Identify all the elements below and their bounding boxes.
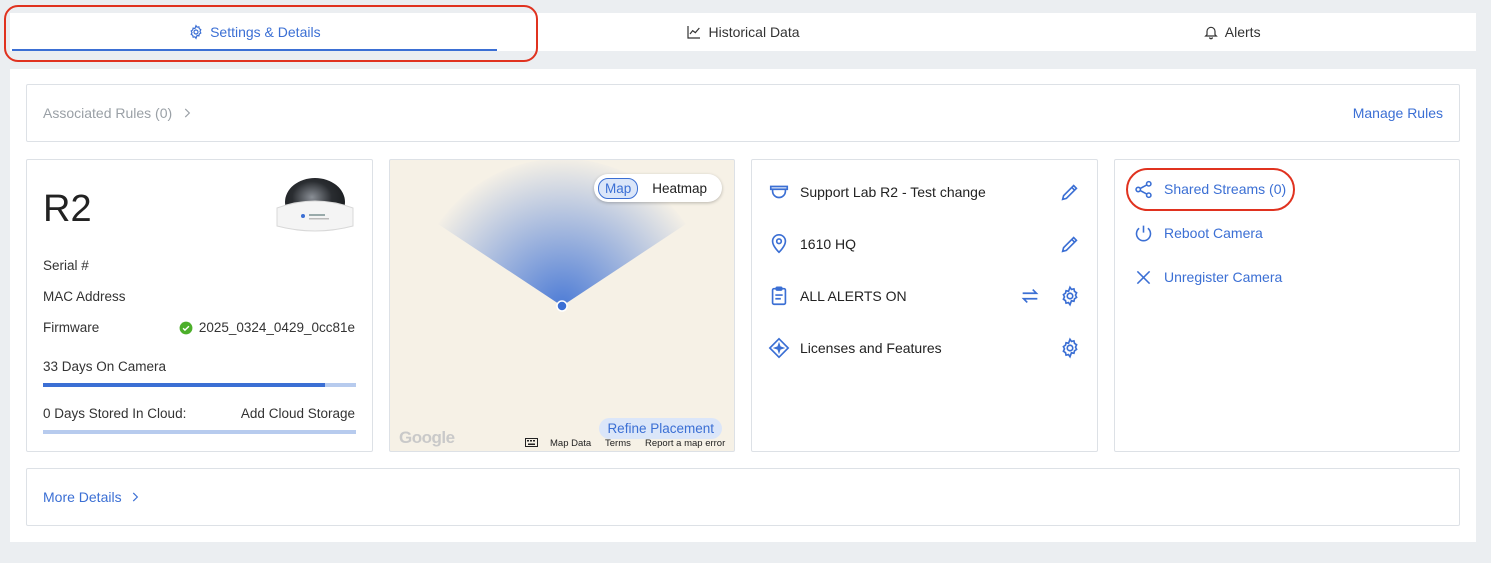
firmware-value-group: 2025_0324_0429_0cc81e [179, 320, 355, 335]
more-details-row[interactable]: More Details [26, 468, 1460, 526]
serial-label: Serial # [43, 258, 89, 273]
dome-camera-image [276, 178, 354, 232]
associated-rules-label: Associated Rules (0) [43, 105, 173, 121]
google-logo: Google [399, 428, 455, 447]
highlight-ring-shared-streams [1126, 168, 1295, 211]
firmware-label: Firmware [43, 320, 100, 335]
firmware-value: 2025_0324_0429_0cc81e [198, 320, 355, 335]
pencil-edit-icon[interactable] [1059, 233, 1081, 255]
chevron-right-icon [185, 108, 191, 118]
unregister-camera-button[interactable]: Unregister Camera [1133, 264, 1282, 290]
gear-icon[interactable] [1059, 337, 1081, 359]
days-on-camera-bar-fill [43, 383, 325, 387]
highlight-ring-tab [4, 5, 538, 62]
clipboard-icon [771, 286, 787, 306]
licenses-row: Licenses and Features [768, 333, 1081, 363]
field-of-view-cone [438, 160, 686, 312]
licenses-label: Licenses and Features [800, 340, 942, 356]
terms-link[interactable]: Terms [605, 438, 631, 449]
camera-card: R2 Serial # MAC Address Firmware 2025_03… [26, 159, 373, 452]
tab-alerts[interactable]: Alerts [987, 13, 1476, 51]
days-on-camera: 33 Days On Camera [43, 359, 167, 374]
swap-arrows-icon[interactable] [1019, 285, 1041, 307]
refine-placement-button[interactable]: Refine Placement [599, 418, 722, 439]
days-cloud-label: 0 Days Stored In Cloud: [43, 406, 187, 421]
more-details-label: More Details [43, 489, 122, 505]
gear-icon[interactable] [1059, 285, 1081, 307]
unregister-camera-label: Unregister Camera [1164, 269, 1283, 285]
bell-icon [1203, 26, 1218, 40]
add-cloud-storage-link[interactable]: Add Cloud Storage [241, 406, 355, 421]
license-diamond-icon [768, 337, 790, 359]
keyboard-icon[interactable] [525, 438, 538, 447]
tab-alerts-label: Alerts [1224, 24, 1261, 40]
check-circle-icon [179, 321, 193, 334]
associated-rules-row: Associated Rules (0) Manage Rules [26, 84, 1460, 142]
manage-rules-link[interactable]: Manage Rules [1353, 105, 1443, 121]
toggle-heatmap[interactable]: Heatmap [646, 179, 713, 198]
close-icon [1136, 270, 1151, 284]
days-cloud-bar [43, 430, 356, 434]
map-heatmap-toggle: Map Heatmap [594, 174, 722, 202]
power-icon [1135, 225, 1152, 241]
tab-historical-data[interactable]: Historical Data [499, 13, 988, 51]
reboot-camera-label: Reboot Camera [1164, 225, 1263, 241]
chart-line-icon [687, 26, 701, 39]
camera-dome-icon [769, 185, 789, 199]
reboot-camera-button[interactable]: Reboot Camera [1133, 220, 1263, 246]
chevron-right-icon [132, 492, 138, 502]
alerts-value: ALL ALERTS ON [800, 288, 907, 304]
map-data-link[interactable]: Map Data [550, 438, 591, 449]
days-on-camera-bar [43, 383, 356, 387]
toggle-map[interactable]: Map [598, 177, 639, 199]
camera-info-card: Support Lab R2 - Test change 1610 HQ ALL… [751, 159, 1098, 452]
location-row: 1610 HQ [768, 229, 1081, 259]
map-card[interactable]: Map Heatmap Refine Placement Google Map … [389, 159, 735, 452]
camera-name-row: Support Lab R2 - Test change [768, 177, 1081, 207]
location-pin-icon [771, 234, 787, 254]
camera-display-name: Support Lab R2 - Test change [800, 184, 986, 200]
tab-historical-label: Historical Data [708, 24, 800, 40]
camera-name: R2 [43, 188, 92, 230]
alerts-row: ALL ALERTS ON [768, 281, 1081, 311]
pencil-edit-icon[interactable] [1059, 181, 1081, 203]
location-value: 1610 HQ [800, 236, 857, 252]
mac-label: MAC Address [43, 289, 126, 304]
report-map-error-link[interactable]: Report a map error [645, 438, 725, 449]
associated-rules-toggle[interactable]: Associated Rules (0) [43, 105, 194, 121]
